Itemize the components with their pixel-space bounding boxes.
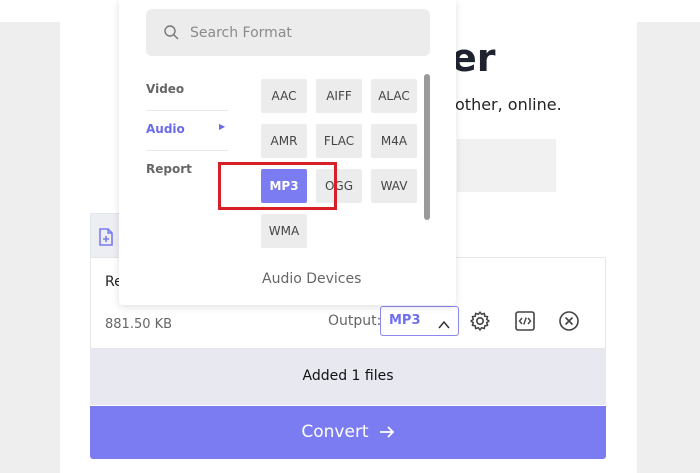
format-option-m4a[interactable]: M4A <box>371 124 417 158</box>
selection-highlight-box <box>218 162 337 210</box>
page-placeholder-box <box>457 139 556 192</box>
search-format-input[interactable] <box>188 19 412 47</box>
search-icon <box>164 25 179 44</box>
file-size: 881.50 KB <box>105 317 173 332</box>
chevron-up-icon <box>438 315 450 334</box>
convert-label: Convert <box>301 422 369 442</box>
audio-devices-label[interactable]: Audio Devices <box>262 271 361 287</box>
search-format-box <box>146 9 430 56</box>
add-file-icon <box>98 228 114 250</box>
output-label: Output: <box>328 313 382 329</box>
format-option-wma[interactable]: WMA <box>261 214 307 248</box>
format-option-wav[interactable]: WAV <box>371 169 417 203</box>
format-option-alac[interactable]: ALAC <box>371 79 417 113</box>
page-subtitle: other, online. <box>455 95 562 114</box>
format-option-flac[interactable]: FLAC <box>316 124 362 158</box>
gear-icon[interactable] <box>469 310 491 336</box>
format-list-scrollbar[interactable] <box>424 74 430 220</box>
category-video[interactable]: Video <box>146 82 228 111</box>
caret-right-icon: ▶ <box>219 122 226 131</box>
status-text: Added 1 files <box>302 368 394 384</box>
format-option-aac[interactable]: AAC <box>261 79 307 113</box>
category-report[interactable]: Report <box>146 162 228 190</box>
page-heading: er <box>451 36 496 80</box>
close-icon[interactable] <box>558 310 580 336</box>
format-dropdown-panel: Video Audio ▶ Report AAC AIFF ALAC AMR F… <box>119 0 456 305</box>
code-icon[interactable] <box>514 310 536 336</box>
convert-button[interactable]: Convert <box>90 406 606 459</box>
arrow-right-icon <box>379 426 394 438</box>
output-format-select[interactable]: MP3 <box>380 306 459 336</box>
status-bar: Added 1 files <box>90 349 606 405</box>
format-option-amr[interactable]: AMR <box>261 124 307 158</box>
add-file-tab[interactable] <box>90 213 121 258</box>
output-format-value: MP3 <box>389 313 421 328</box>
category-audio[interactable]: Audio ▶ <box>146 122 228 151</box>
format-option-aiff[interactable]: AIFF <box>316 79 362 113</box>
